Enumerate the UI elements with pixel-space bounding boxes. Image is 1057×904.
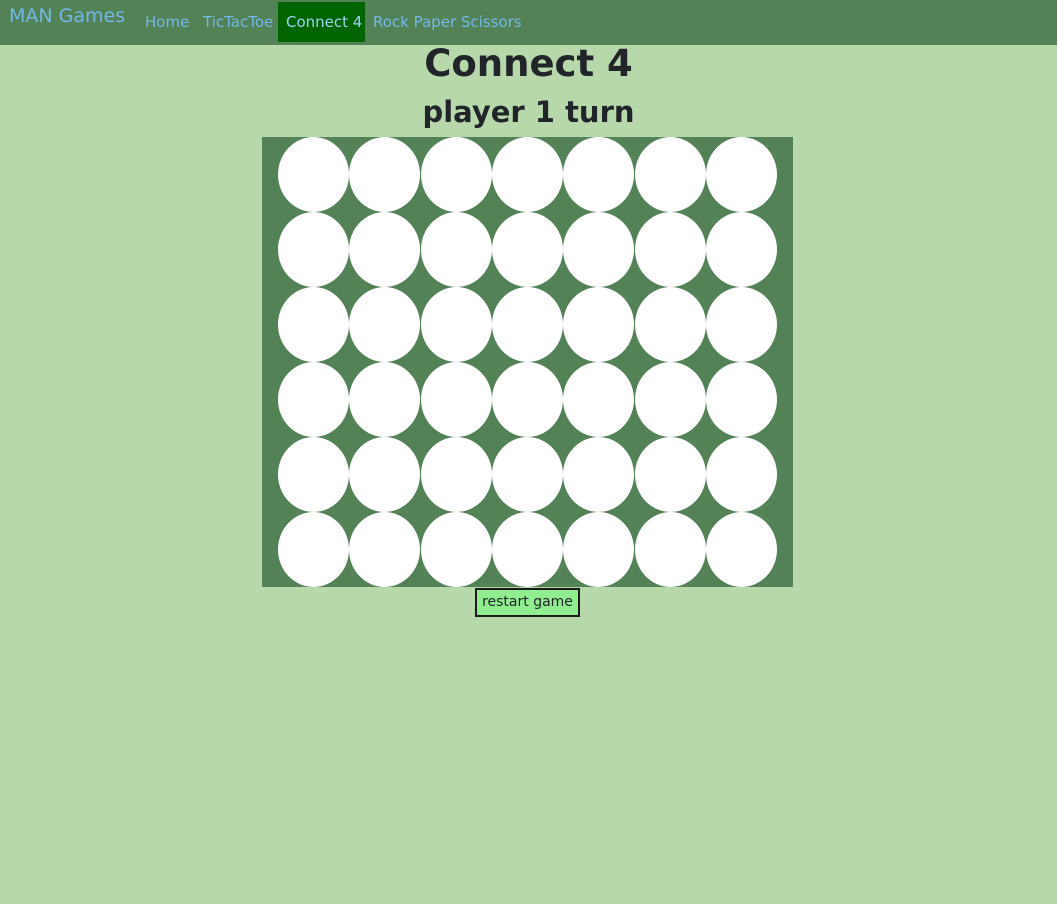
board-cell[interactable] — [634, 437, 706, 512]
page-title: Connect 4 — [424, 42, 633, 85]
board-cell[interactable] — [420, 437, 492, 512]
board-cell[interactable] — [349, 287, 421, 362]
board-cell[interactable] — [278, 137, 349, 212]
board-cell[interactable] — [278, 512, 349, 587]
nav-tictactoe[interactable]: TicTacToe — [195, 2, 281, 42]
board-cell[interactable] — [420, 362, 492, 437]
turn-status: player 1 turn — [422, 95, 635, 129]
board-cell[interactable] — [634, 287, 706, 362]
board-cell[interactable] — [349, 362, 421, 437]
nav-connect4[interactable]: Connect 4 — [278, 2, 365, 42]
board-cell[interactable] — [563, 137, 635, 212]
board-cell[interactable] — [349, 212, 421, 287]
board-cell[interactable] — [705, 437, 777, 512]
board-cell[interactable] — [278, 437, 349, 512]
board-cell[interactable] — [563, 512, 635, 587]
board-cell[interactable] — [705, 212, 777, 287]
nav-rock-paper-scissors[interactable]: Rock Paper Scissors — [365, 2, 530, 42]
board-cell[interactable] — [705, 137, 777, 212]
navbar: MAN Games Home TicTacToe Connect 4 Rock … — [0, 0, 1057, 45]
nav-home[interactable]: Home — [137, 2, 197, 42]
board-cell[interactable] — [420, 212, 492, 287]
board-cell[interactable] — [491, 287, 563, 362]
board-cell[interactable] — [634, 212, 706, 287]
board-cell[interactable] — [278, 362, 349, 437]
board-cell[interactable] — [563, 212, 635, 287]
restart-game-button[interactable]: restart game — [475, 588, 580, 617]
brand-link[interactable]: MAN Games — [9, 4, 125, 28]
board-cell[interactable] — [563, 362, 635, 437]
board-cell[interactable] — [634, 137, 706, 212]
board-cell[interactable] — [491, 512, 563, 587]
board-cell[interactable] — [420, 137, 492, 212]
board-cell[interactable] — [705, 512, 777, 587]
board-cell[interactable] — [563, 437, 635, 512]
board-cell[interactable] — [491, 362, 563, 437]
board-cell[interactable] — [278, 287, 349, 362]
board-cell[interactable] — [420, 512, 492, 587]
board-cell[interactable] — [634, 362, 706, 437]
board-cell[interactable] — [705, 287, 777, 362]
board-cell[interactable] — [491, 437, 563, 512]
board-cell[interactable] — [705, 362, 777, 437]
board-cell[interactable] — [278, 212, 349, 287]
board-cell[interactable] — [349, 137, 421, 212]
board-cell[interactable] — [420, 287, 492, 362]
board-cell[interactable] — [349, 437, 421, 512]
board-cell[interactable] — [563, 287, 635, 362]
board-cell[interactable] — [491, 137, 563, 212]
game-board — [262, 137, 793, 587]
board-cell[interactable] — [634, 512, 706, 587]
board-cell[interactable] — [491, 212, 563, 287]
board-cell[interactable] — [349, 512, 421, 587]
